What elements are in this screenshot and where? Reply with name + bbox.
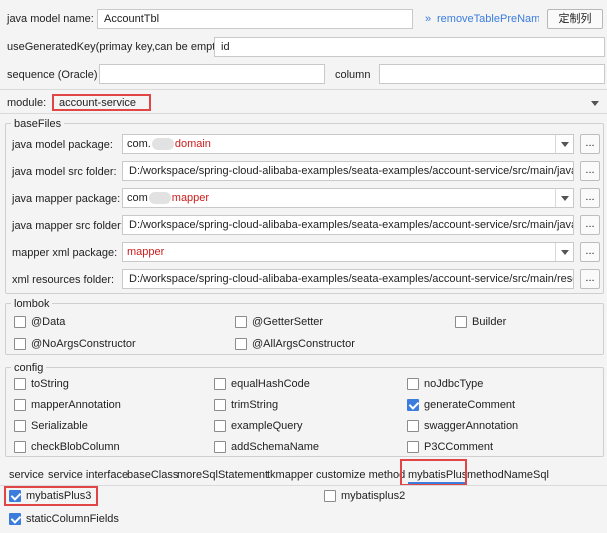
java-model-package-label: java model package: <box>12 139 113 151</box>
browse-button[interactable]: ... <box>580 215 600 235</box>
browse-button[interactable]: ... <box>580 188 600 208</box>
java-mapper-package-label: java mapper package: <box>12 193 121 205</box>
browse-button[interactable]: ... <box>580 161 600 181</box>
staticcolumnfields-checkbox[interactable] <box>9 513 21 525</box>
staticcolumnfields-label: staticColumnFields <box>26 513 119 525</box>
lombok-title: lombok <box>11 298 53 310</box>
java-mapper-package-select[interactable]: com mapper <box>122 188 574 208</box>
config-title: config <box>11 362 47 374</box>
config-nojdbctype-label: noJdbcType <box>424 378 484 390</box>
config-serializable-label: Serializable <box>31 420 88 432</box>
mybatisplus2-label: mybatisplus2 <box>341 490 406 502</box>
tab-tkmapper[interactable]: tkmapper <box>267 468 313 482</box>
config-tostring-label: toString <box>31 378 69 390</box>
java-mapper-src-input[interactable]: D:/workspace/spring-cloud-alibaba-exampl… <box>122 215 574 235</box>
sequence-input[interactable] <box>99 64 325 84</box>
use-generated-key-label: useGeneratedKey(primay key,can be empty)… <box>7 41 228 53</box>
module-label: module: <box>7 97 47 109</box>
remove-table-prename-link[interactable]: removeTablePreName <box>437 12 539 26</box>
config-addschemaname-checkbox[interactable] <box>214 441 226 453</box>
config-mapperannotation-checkbox[interactable] <box>14 399 26 411</box>
mapper-xml-package-select[interactable]: mapper <box>122 242 574 262</box>
tab-methodnamesql[interactable]: methodNameSql <box>467 468 549 482</box>
config-generatecomment-checkbox[interactable] <box>407 399 419 411</box>
chevron-down-icon[interactable] <box>555 135 573 153</box>
config-tostring-checkbox[interactable] <box>14 378 26 390</box>
tab-service-interface[interactable]: service interface <box>48 468 128 482</box>
tab-moresqlstatement[interactable]: moreSqlStatement <box>177 468 268 482</box>
java-mapper-package-value: com mapper <box>127 192 210 205</box>
lombok-gettersetter-label: @GetterSetter <box>252 316 324 328</box>
redacted-region <box>151 138 174 151</box>
lombok-data-checkbox[interactable] <box>14 316 26 328</box>
tab-service[interactable]: service <box>9 468 44 482</box>
config-swaggerannotation-label: swaggerAnnotation <box>424 420 519 432</box>
config-generatecomment-label: generateComment <box>424 399 516 411</box>
config-trimstring-checkbox[interactable] <box>214 399 226 411</box>
java-model-src-label: java model src folder: <box>12 166 117 178</box>
config-mapperannotation-label: mapperAnnotation <box>31 399 121 411</box>
divider <box>0 89 607 90</box>
config-equalhashcode-checkbox[interactable] <box>214 378 226 390</box>
customize-columns-button[interactable]: 定制列 <box>547 9 603 29</box>
config-trimstring-label: trimString <box>231 399 279 411</box>
lombok-noargs-label: @NoArgsConstructor <box>31 338 136 350</box>
chevron-down-icon[interactable] <box>555 189 573 207</box>
chevron-down-icon[interactable] <box>586 94 604 112</box>
mapper-xml-package-label: mapper xml package: <box>12 247 118 259</box>
lombok-builder-label: Builder <box>472 316 507 328</box>
config-serializable-checkbox[interactable] <box>14 420 26 432</box>
config-checkblobcolumn-label: checkBlobColumn <box>31 441 120 453</box>
chevron-right-icon: » <box>425 13 432 25</box>
java-model-name-input[interactable]: AccountTbl <box>97 9 413 29</box>
module-highlight <box>52 94 151 111</box>
java-model-package-value: com. domain <box>127 138 211 151</box>
config-examplequery-checkbox[interactable] <box>214 420 226 432</box>
browse-button[interactable]: ... <box>580 242 600 262</box>
lombok-gettersetter-checkbox[interactable] <box>235 316 247 328</box>
mybatisplus-tab-highlight <box>400 459 467 486</box>
config-nojdbctype-checkbox[interactable] <box>407 378 419 390</box>
divider <box>0 113 607 114</box>
chevron-down-icon[interactable] <box>555 243 573 261</box>
mapper-xml-package-value: mapper <box>127 246 165 258</box>
basefiles-title: baseFiles <box>11 118 65 130</box>
lombok-allargs-checkbox[interactable] <box>235 338 247 350</box>
config-equalhashcode-label: equalHashCode <box>231 378 310 390</box>
xml-resources-label: xml resources folder: <box>12 274 115 286</box>
java-model-package-select[interactable]: com. domain <box>122 134 574 154</box>
lombok-allargs-label: @AllArgsConstructor <box>252 338 355 350</box>
tab-baseclass[interactable]: baseClass <box>127 468 178 482</box>
config-addschemaname-label: addSchemaName <box>231 441 320 453</box>
use-generated-key-input[interactable]: id <box>214 37 605 57</box>
xml-resources-input[interactable]: D:/workspace/spring-cloud-alibaba-exampl… <box>122 269 574 289</box>
config-p3ccomment-label: P3CComment <box>424 441 494 453</box>
mybatisplus2-checkbox[interactable] <box>324 490 336 502</box>
lombok-builder-checkbox[interactable] <box>455 316 467 328</box>
java-model-src-input[interactable]: D:/workspace/spring-cloud-alibaba-exampl… <box>122 161 574 181</box>
lombok-noargs-checkbox[interactable] <box>14 338 26 350</box>
java-mapper-src-label: java mapper src folder: <box>12 220 124 232</box>
column-input[interactable] <box>379 64 605 84</box>
lombok-data-label: @Data <box>31 316 66 328</box>
sequence-label: sequence (Oracle) <box>7 69 98 81</box>
config-p3ccomment-checkbox[interactable] <box>407 441 419 453</box>
column-label: column <box>335 69 371 81</box>
browse-button[interactable]: ... <box>580 269 600 289</box>
config-swaggerannotation-checkbox[interactable] <box>407 420 419 432</box>
java-model-name-label: java model name: <box>7 13 94 25</box>
redacted-region <box>148 192 171 205</box>
browse-button[interactable]: ... <box>580 134 600 154</box>
config-checkblobcolumn-checkbox[interactable] <box>14 441 26 453</box>
mybatisplus3-highlight <box>4 486 98 506</box>
config-examplequery-label: exampleQuery <box>231 420 303 432</box>
tab-customize-method[interactable]: customize method <box>316 468 405 482</box>
